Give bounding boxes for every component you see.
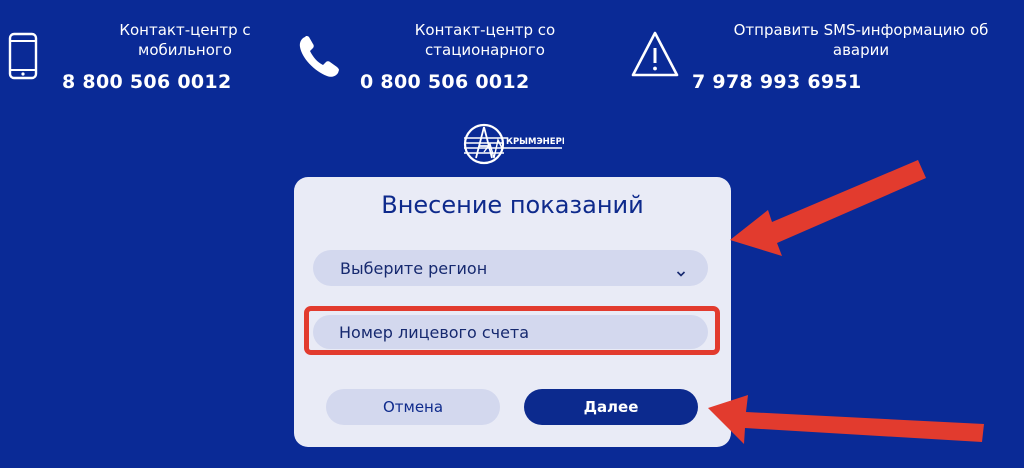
annotation-arrows	[708, 160, 984, 444]
arrow-to-next-button	[708, 395, 984, 444]
arrow-to-form-card	[730, 160, 926, 256]
